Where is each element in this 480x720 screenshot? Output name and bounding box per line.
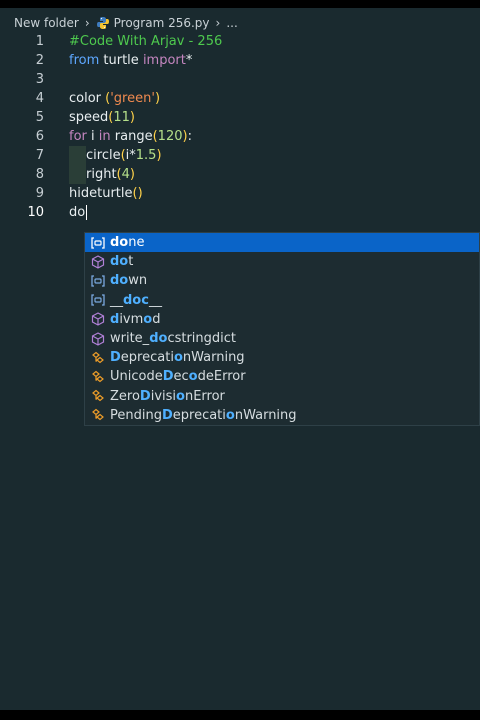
- suggestion-item[interactable]: DeprecationWarning: [85, 348, 479, 367]
- autocomplete-dropdown[interactable]: done dot down __doc__divmod write_docstringd…: [84, 232, 480, 426]
- suggestion-item[interactable]: done: [85, 233, 479, 253]
- variable-icon: [90, 292, 106, 308]
- function-name: range: [114, 129, 153, 144]
- breadcrumb-folder[interactable]: New folder: [14, 16, 79, 30]
- suggestion-label: divmod: [110, 311, 161, 327]
- variable-icon: [90, 273, 106, 289]
- line-number: 8: [35, 167, 44, 182]
- cube-icon: [90, 331, 106, 347]
- suggestion-item[interactable]: UnicodeDecodeError: [85, 367, 479, 386]
- number-literal: 11: [113, 110, 130, 125]
- keyword: from: [69, 53, 100, 68]
- code-line: 6 for i in range(120):: [0, 127, 480, 146]
- function-name: hideturtle: [69, 186, 133, 201]
- line-number: 2: [35, 53, 44, 68]
- suggestion-item[interactable]: divmod: [85, 310, 479, 329]
- line-number: 7: [35, 148, 44, 163]
- breadcrumb-file[interactable]: Program 256.py: [114, 16, 210, 30]
- python-icon: [96, 16, 110, 30]
- cube-icon: [90, 311, 106, 327]
- suggestion-item[interactable]: down: [85, 271, 479, 290]
- suggestion-label: __doc__: [110, 292, 162, 308]
- suggestion-label: down: [110, 273, 148, 289]
- number-literal: 120: [157, 129, 183, 144]
- expression: i*: [125, 148, 136, 163]
- breadcrumb: New folder › Program 256.py › ...: [14, 14, 238, 32]
- variable: i: [91, 129, 95, 144]
- suggestion-label: write_docstringdict: [110, 331, 237, 347]
- code-line: 1 #Code With Arjav - 256: [0, 32, 480, 51]
- suggestion-item[interactable]: write_docstringdict: [85, 329, 479, 348]
- code-line: 9 hideturtle(): [0, 184, 480, 203]
- operator: :: [187, 129, 192, 144]
- class-icon: [90, 350, 106, 366]
- code-line: 8 right(4): [0, 165, 480, 184]
- operator: *: [185, 53, 193, 68]
- class-icon: [90, 369, 106, 385]
- code-line: 5 speed(11): [0, 108, 480, 127]
- line-number: 4: [35, 91, 44, 106]
- suggestion-label: UnicodeDecodeError: [110, 369, 246, 385]
- keyword: for: [69, 129, 87, 144]
- function-name: right: [86, 167, 117, 182]
- class-icon: [90, 388, 106, 404]
- number-literal: 4: [121, 167, 130, 182]
- string-literal: 'green': [110, 91, 155, 106]
- text-cursor: [86, 205, 88, 220]
- line-number: 10: [27, 205, 44, 220]
- line-number: 1: [35, 34, 44, 49]
- function-name: color: [69, 91, 102, 106]
- suggestion-item[interactable]: ZeroDivisionError: [85, 387, 479, 406]
- cube-icon: [90, 254, 106, 270]
- line-number: 3: [35, 72, 44, 87]
- suggestion-item[interactable]: dot: [85, 252, 479, 271]
- comment-text: #Code With Arjav - 256: [69, 34, 223, 49]
- variable-icon: [90, 235, 106, 251]
- editor-screen: New folder › Program 256.py › ... 1 #Cod…: [0, 8, 480, 710]
- code-line: 2 from turtle import*: [0, 51, 480, 70]
- suggestion-label: done: [110, 235, 145, 251]
- suggestion-label: DeprecationWarning: [110, 350, 245, 366]
- suggestion-label: dot: [110, 254, 134, 270]
- class-icon: [90, 407, 106, 423]
- breadcrumb-more[interactable]: ...: [226, 16, 237, 30]
- line-number: 9: [35, 186, 44, 201]
- number-literal: 1.5: [135, 148, 157, 163]
- keyword: in: [98, 129, 111, 144]
- function-name: speed: [69, 110, 109, 125]
- line-number: 6: [35, 129, 44, 144]
- code-line: 7 circle(i*1.5): [0, 146, 480, 165]
- indent-guide: [69, 165, 86, 184]
- function-name: circle: [86, 148, 121, 163]
- suggestion-label: ZeroDivisionError: [110, 388, 225, 404]
- indent-guide: [69, 146, 86, 165]
- module-name: turtle: [103, 53, 139, 68]
- suggestion-item[interactable]: __doc__: [85, 291, 479, 310]
- keyword: import: [142, 53, 186, 68]
- suggestion-label: PendingDeprecationWarning: [110, 407, 297, 423]
- code-line: 3: [0, 70, 480, 89]
- code-line-active[interactable]: 10 do: [0, 203, 480, 222]
- line-number: 5: [35, 110, 44, 125]
- chevron-right-icon: ›: [84, 16, 90, 30]
- code-line: 4 color ('green'): [0, 89, 480, 108]
- suggestion-item[interactable]: PendingDeprecationWarning: [85, 406, 479, 425]
- chevron-right-icon: ›: [215, 16, 221, 30]
- typed-text: do: [69, 205, 86, 220]
